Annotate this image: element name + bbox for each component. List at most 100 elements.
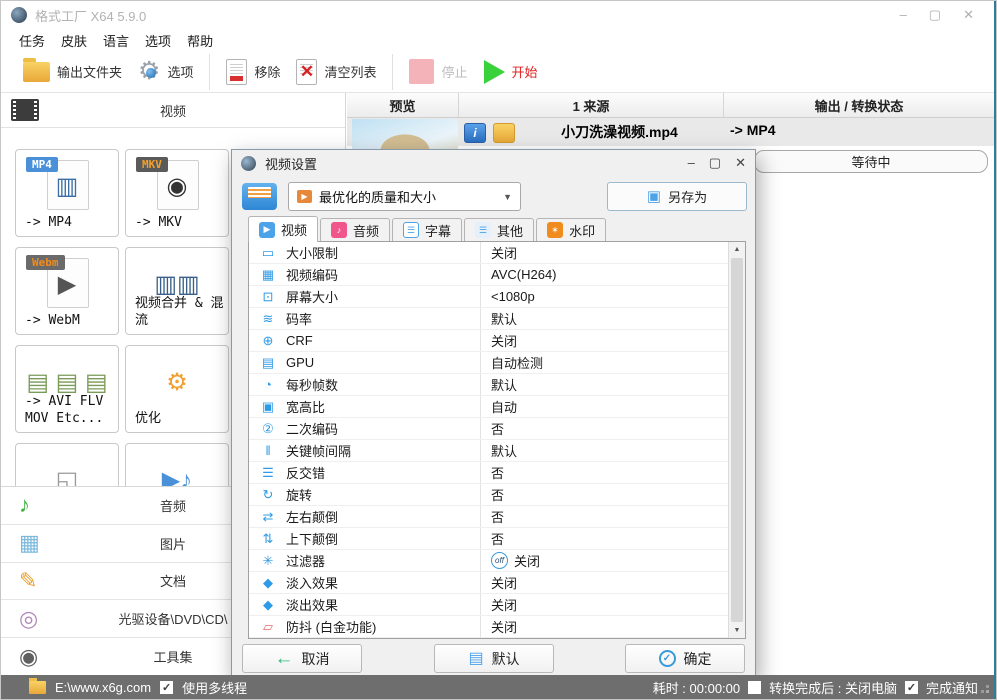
dialog-minimize-icon[interactable]: – [688, 155, 695, 171]
settings-tab[interactable]: ▶ 视频 [248, 216, 319, 242]
default-button[interactable]: ▤ 默认 [434, 644, 554, 673]
shutdown-checkbox[interactable] [748, 680, 762, 694]
format-card[interactable]: MP4 ▥ -> MP4 [15, 149, 119, 237]
setting-row[interactable]: ◆ 淡入效果 关闭 [249, 572, 728, 594]
setting-row[interactable]: ⊡ 屏幕大小 <1080p [249, 286, 728, 308]
format-card[interactable]: ▤ ▤ ▤ -> AVI FLV MOV Etc... [15, 345, 119, 433]
settings-tab[interactable]: ♪ 音频 [320, 218, 391, 241]
setting-name: 关键帧间隔 [286, 444, 352, 459]
menu-item[interactable]: 选项 [145, 31, 171, 50]
stop-button[interactable]: 停止 [401, 57, 475, 86]
setting-row[interactable]: ✳ 过滤器 off 关闭 [249, 550, 728, 572]
close-icon[interactable]: ✕ [963, 7, 974, 23]
format-factory-window: 格式工厂 X64 5.9.0 – ▢ ✕ 任务 皮肤 语言 选项 帮助 输出文件夹 ⚙ … [0, 0, 997, 700]
open-folder-icon[interactable] [493, 123, 515, 143]
cancel-button[interactable]: ← 取消 [242, 644, 362, 673]
check-circle-icon: ✓ [658, 650, 676, 667]
setting-icon: ⇄ [262, 509, 274, 524]
back-arrow-icon: ← [274, 648, 294, 669]
menu-item[interactable]: 语言 [103, 31, 129, 50]
maximize-icon[interactable]: ▢ [929, 7, 941, 23]
statusbar: E:\www.x6g.com ✓ 使用多线程 耗时 : 00:00:00 转换完… [1, 675, 996, 699]
format-card-label: -> MKV [135, 215, 182, 231]
setting-value-cell: 关闭 [481, 330, 517, 351]
default-doc-icon: ▤ [468, 649, 484, 667]
output-folder-button[interactable]: 输出文件夹 [15, 57, 130, 84]
setting-row[interactable]: ◔ 每秒帧数 默认 [249, 374, 728, 396]
settings-tabs: ▶ 视频 ♪ 音频 ☰ 字幕 ☰ 其他 ✶ 水印 [248, 216, 608, 242]
format-card-label: -> AVI FLV MOV Etc... [25, 394, 104, 427]
remove-label: 移除 [254, 65, 281, 80]
output-path-folder-icon[interactable] [29, 677, 46, 694]
setting-row[interactable]: ≋ 码率 默认 [249, 308, 728, 330]
sidebar-section-header[interactable]: 视频 [1, 93, 345, 128]
settings-tab[interactable]: ☰ 其他 [464, 218, 535, 241]
dialog-close-icon[interactable]: ✕ [735, 155, 746, 171]
save-as-button[interactable]: ▣ 另存为 [607, 182, 747, 211]
setting-name: 视频编码 [286, 268, 339, 283]
profile-dropdown[interactable]: ▶ 最优化的质量和大小 ▼ [288, 182, 521, 211]
setting-value: 否 [491, 532, 505, 547]
format-glyph-icon: ▤ ▤ ▤ [26, 369, 108, 396]
options-label: 选项 [167, 65, 194, 80]
info-icon[interactable]: i [464, 123, 486, 143]
scroll-up-icon[interactable]: ▲ [729, 242, 745, 257]
tab-label: 水印 [569, 223, 596, 239]
setting-row[interactable]: ◆ 淡出效果 关闭 [249, 594, 728, 616]
setting-row[interactable]: ▤ GPU 自动检测 [249, 352, 728, 374]
multithread-label: 使用多线程 [182, 680, 248, 696]
settings-tab[interactable]: ✶ 水印 [536, 218, 607, 241]
output-path[interactable]: E:\www.x6g.com [55, 680, 151, 695]
setting-row[interactable]: ↻ 旋转 否 [249, 484, 728, 506]
folder-icon [23, 57, 50, 82]
ok-button[interactable]: ✓ 确定 [625, 644, 745, 673]
minimize-icon[interactable]: – [900, 7, 907, 23]
setting-icon: ⇅ [262, 531, 274, 546]
format-card[interactable]: Webm ▶ -> WebM [15, 247, 119, 335]
setting-name: 二次编码 [286, 422, 339, 437]
setting-row[interactable]: ② 二次编码 否 [249, 418, 728, 440]
window-title: 格式工厂 X64 5.9.0 [35, 8, 147, 24]
tab-label: 其他 [497, 223, 524, 239]
menu-item[interactable]: 皮肤 [61, 31, 87, 50]
format-glyph-icon: ⚙ [166, 369, 188, 396]
setting-icon: ◆ [263, 575, 273, 590]
clear-list-button[interactable]: ✕ 清空列表 [288, 57, 384, 87]
format-card[interactable]: MKV ◉ -> MKV [125, 149, 229, 237]
setting-row[interactable]: ⇅ 上下颠倒 否 [249, 528, 728, 550]
setting-row[interactable]: ⇄ 左右颠倒 否 [249, 506, 728, 528]
setting-row[interactable]: ▦ 视频编码 AVC(H264) [249, 264, 728, 286]
scroll-down-icon[interactable]: ▼ [729, 623, 745, 638]
setting-row[interactable]: ▣ 宽高比 自动 [249, 396, 728, 418]
setting-name-cell: ⊕ CRF [249, 330, 481, 351]
setting-value: 关闭 [491, 598, 518, 613]
menu-item[interactable]: 帮助 [187, 31, 213, 50]
multithread-checkbox[interactable]: ✓ [160, 680, 174, 694]
options-button[interactable]: ⚙ 选项 [130, 57, 201, 86]
start-button[interactable]: 开始 [476, 58, 546, 86]
setting-row[interactable]: ‖ 关键帧间隔 默认 [249, 440, 728, 462]
setting-row[interactable]: ☰ 反交错 否 [249, 462, 728, 484]
dialog-maximize-icon[interactable]: ▢ [709, 155, 721, 171]
setting-row[interactable]: ⊕ CRF 关闭 [249, 330, 728, 352]
remove-doc-icon [226, 58, 248, 85]
setting-value-cell: 关闭 [481, 594, 517, 615]
scrollbar[interactable]: ▲ ▼ [728, 242, 745, 638]
task-table-header: 预览 1 来源 输出 / 转换状态 [347, 93, 994, 118]
scrollbar-thumb[interactable] [731, 258, 743, 622]
format-card[interactable]: ⚙ 优化 [125, 345, 229, 433]
format-glyph-icon: ▶ [57, 271, 77, 298]
setting-row[interactable]: ▭ 大小限制 关闭 [249, 242, 728, 264]
setting-row[interactable]: ▱ 防抖 (白金功能) 关闭 [249, 616, 728, 638]
format-card-icon: ⚙ [126, 350, 228, 404]
setting-icon: ⊡ [262, 289, 274, 304]
settings-tab[interactable]: ☰ 字幕 [392, 218, 463, 241]
tab-icon: ▶ [259, 221, 275, 238]
remove-button[interactable]: 移除 [218, 57, 288, 87]
notify-checkbox[interactable]: ✓ [904, 680, 918, 694]
setting-icon: ✳ [262, 553, 274, 568]
menu-item[interactable]: 任务 [19, 31, 45, 50]
format-card[interactable]: ▥▥ 视频合并 & 混流 [125, 247, 229, 335]
resize-grip[interactable] [986, 690, 989, 693]
setting-name: 左右颠倒 [286, 510, 339, 525]
